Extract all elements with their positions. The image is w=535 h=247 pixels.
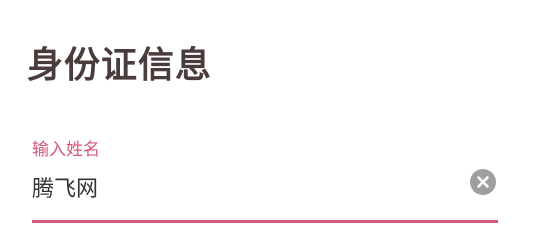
name-field-label: 输入姓名 <box>32 140 100 160</box>
clear-input-button[interactable] <box>470 169 496 195</box>
close-circle-icon <box>477 176 489 188</box>
page-title: 身份证信息 <box>27 45 213 86</box>
name-field-underline <box>32 220 498 223</box>
name-input[interactable] <box>32 171 452 209</box>
name-field: 输入姓名 <box>32 138 498 230</box>
